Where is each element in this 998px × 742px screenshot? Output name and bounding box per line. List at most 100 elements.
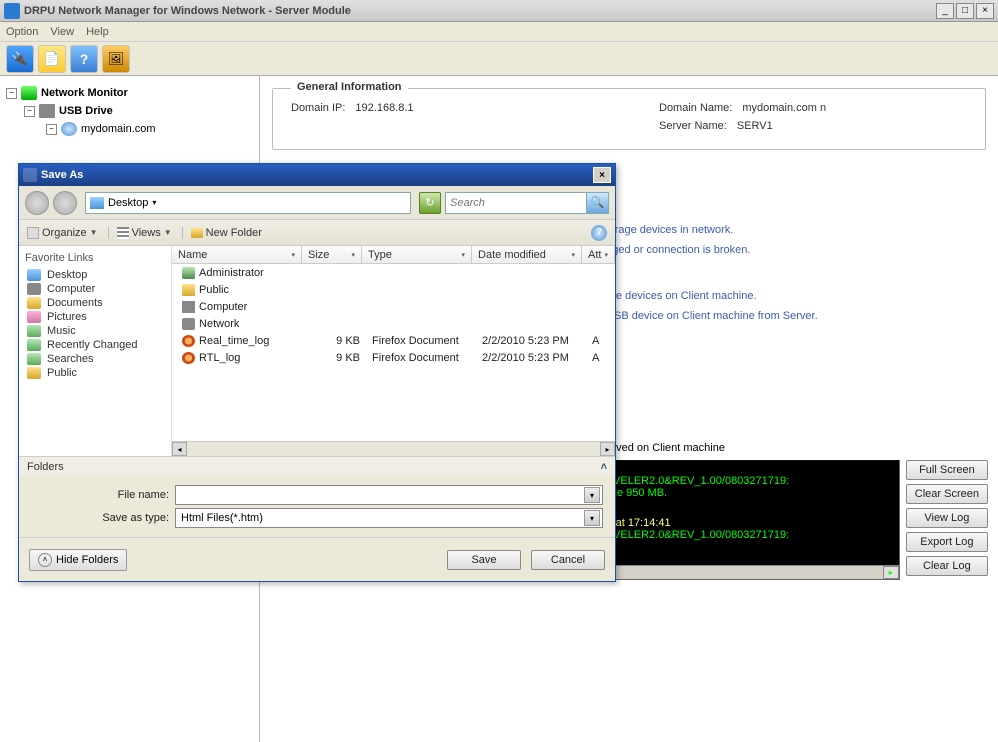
feature-line-1: storage devices in network.	[600, 224, 988, 236]
favorite-music[interactable]: Music	[25, 324, 165, 338]
new-folder-button[interactable]: New Folder	[182, 227, 262, 239]
filename-input[interactable]	[178, 489, 584, 501]
favorite-pictures[interactable]: Pictures	[25, 310, 165, 324]
hide-folders-button[interactable]: ˄ Hide Folders	[29, 549, 127, 571]
file-size: 9 KB	[306, 352, 366, 364]
tree-collapse-icon[interactable]: −	[24, 106, 35, 117]
features-s: s.	[600, 260, 988, 272]
favorite-documents[interactable]: Documents	[25, 296, 165, 310]
user-icon	[182, 267, 195, 279]
saveastype-dropdown-icon[interactable]: ▾	[584, 510, 600, 526]
server-name-label: Server Name:	[659, 120, 727, 132]
tree-usb-row[interactable]: − USB Drive	[6, 102, 253, 120]
menu-view[interactable]: View	[50, 26, 74, 38]
cancel-button[interactable]: Cancel	[531, 550, 605, 570]
dialog-close-button[interactable]: ×	[593, 167, 611, 183]
file-scrollbar[interactable]: ◂ ▸	[172, 441, 615, 456]
presentation-icon[interactable]	[102, 45, 130, 73]
chevron-up-icon[interactable]: ˄	[601, 461, 607, 473]
minimize-button[interactable]: _	[936, 3, 954, 19]
file-row[interactable]: Computer	[172, 298, 615, 315]
ff-icon	[182, 335, 195, 347]
favorite-recent[interactable]: Recently Changed	[25, 338, 165, 352]
app-icon	[4, 3, 20, 19]
tree-collapse-icon[interactable]: −	[6, 88, 17, 99]
file-list: Name Size Type Date modified Att Adminis…	[172, 246, 615, 456]
saveastype-input[interactable]	[178, 512, 584, 524]
monitor-icon	[21, 86, 37, 100]
scroll-right-icon[interactable]: ▸	[600, 442, 615, 456]
file-name: Administrator	[199, 267, 264, 279]
organize-button[interactable]: Organize▼	[27, 227, 98, 239]
menu-help[interactable]: Help	[86, 26, 109, 38]
desktop-icon	[90, 197, 104, 209]
tree-collapse-icon[interactable]: −	[46, 124, 57, 135]
dialog-fields: File name: ▾ Save as type: ▾	[19, 476, 615, 537]
help-icon[interactable]	[70, 45, 98, 73]
folders-toggle[interactable]: Folders ˄	[19, 456, 615, 476]
dialog-icon	[23, 168, 37, 182]
search-box: 🔍	[445, 192, 609, 214]
documents-icon	[27, 297, 41, 309]
file-row[interactable]: Network	[172, 315, 615, 332]
views-icon	[117, 227, 129, 239]
public-icon	[27, 367, 41, 379]
feature-line-2: ugged or connection is broken.	[600, 244, 988, 256]
document-icon[interactable]	[38, 45, 66, 73]
connect-icon[interactable]	[6, 45, 34, 73]
pictures-icon	[27, 311, 41, 323]
log-caption: oved on Client machine	[610, 442, 988, 454]
dialog-titlebar[interactable]: Save As ×	[19, 164, 615, 186]
scroll-left-icon[interactable]: ◂	[172, 442, 187, 456]
clear-screen-button[interactable]: Clear Screen	[906, 484, 988, 504]
location-dropdown-icon[interactable]: ▾	[152, 198, 156, 207]
file-att: A	[586, 352, 611, 364]
file-row[interactable]: Real_time_log9 KBFirefox Document2/2/201…	[172, 332, 615, 349]
location-text: Desktop	[108, 197, 148, 209]
save-button[interactable]: Save	[447, 550, 521, 570]
search-input[interactable]	[446, 197, 586, 209]
file-size: 9 KB	[306, 335, 366, 347]
net-icon	[182, 318, 195, 330]
favorite-desktop[interactable]: Desktop	[25, 268, 165, 282]
desktop-icon	[27, 269, 41, 281]
column-date[interactable]: Date modified	[472, 246, 582, 263]
location-bar[interactable]: Desktop ▾	[85, 192, 411, 214]
view-log-button[interactable]: View Log	[906, 508, 988, 528]
folders-label: Folders	[27, 461, 64, 473]
tree-root-row[interactable]: − Network Monitor	[6, 84, 253, 102]
tree-domain-row[interactable]: − mydomain.com	[6, 120, 253, 138]
server-name-value: SERV1	[737, 120, 773, 132]
views-button[interactable]: Views▼	[108, 227, 172, 239]
file-row[interactable]: Public	[172, 281, 615, 298]
column-name[interactable]: Name	[172, 246, 302, 263]
favorite-computer[interactable]: Computer	[25, 282, 165, 296]
file-name: RTL_log	[199, 352, 240, 364]
full-screen-button[interactable]: Full Screen	[906, 460, 988, 480]
usb-icon	[39, 104, 55, 118]
search-button[interactable]: 🔍	[586, 193, 608, 213]
favorite-public[interactable]: Public	[25, 366, 165, 380]
nav-forward-button[interactable]	[53, 191, 77, 215]
refresh-button[interactable]: ↻	[419, 192, 441, 214]
clear-log-button[interactable]: Clear Log	[906, 556, 988, 576]
file-row[interactable]: Administrator	[172, 264, 615, 281]
column-type[interactable]: Type	[362, 246, 472, 263]
close-button[interactable]: ×	[976, 3, 994, 19]
dialog-title: Save As	[41, 169, 83, 181]
window-titlebar: DRPU Network Manager for Windows Network…	[0, 0, 998, 22]
menu-option[interactable]: Option	[6, 26, 38, 38]
file-type: Firefox Document	[366, 335, 476, 347]
favorite-searches[interactable]: Searches	[25, 352, 165, 366]
maximize-button[interactable]: □	[956, 3, 974, 19]
column-size[interactable]: Size	[302, 246, 362, 263]
filename-combo: ▾	[175, 485, 603, 505]
column-attributes[interactable]: Att	[582, 246, 615, 263]
filename-dropdown-icon[interactable]: ▾	[584, 487, 600, 503]
dialog-help-button[interactable]: ?	[591, 225, 607, 241]
file-name: Network	[199, 318, 239, 330]
export-log-button[interactable]: Export Log	[906, 532, 988, 552]
scroll-right-icon[interactable]: ▸	[883, 566, 899, 579]
file-row[interactable]: RTL_log9 KBFirefox Document2/2/2010 5:23…	[172, 349, 615, 366]
nav-back-button[interactable]	[25, 191, 49, 215]
